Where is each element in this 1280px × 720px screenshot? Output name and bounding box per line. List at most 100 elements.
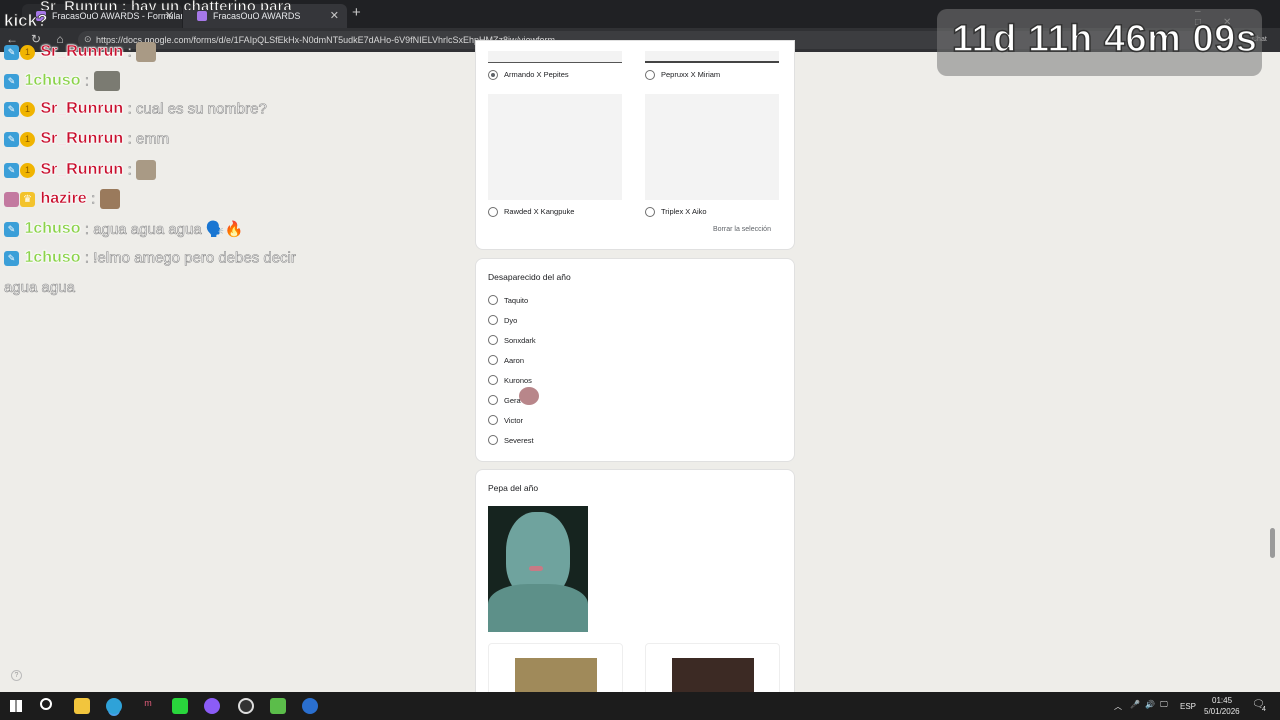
clear-selection-link[interactable]: Borrar la selección [713, 226, 771, 233]
tray-chevron-icon[interactable]: ︿ [1114, 701, 1122, 712]
radio-option[interactable] [488, 395, 498, 405]
chat-username[interactable]: Sr_Runrun [40, 43, 123, 60]
chat-line: ✎ 1chuso : !elmo amego pero debes decir [4, 249, 296, 273]
clock-date[interactable]: 5/01/2026 [1204, 707, 1240, 716]
radio-rawded-kangpuke[interactable] [488, 207, 498, 217]
chat-line: ✎ 1chuso : [4, 71, 120, 95]
question-title: Desaparecido del año [488, 272, 571, 282]
emote-image [136, 160, 157, 180]
coin-badge-icon: 1 [20, 162, 35, 178]
edge-icon[interactable] [106, 698, 122, 714]
network-icon[interactable]: 🖵 [1160, 700, 1168, 710]
chat-line: ✎ 1 Sr_Runrun : emm [4, 130, 170, 154]
radio-option[interactable] [488, 295, 498, 305]
question-card-pairs: Armando X Pepites Pepruxx X Miriam Rawde… [475, 40, 795, 250]
chat-message: : emm [127, 130, 170, 148]
chat-line: ✎ 1 Sr_Runrun : cual es su nombre? [4, 100, 267, 124]
question-title: Pepa del año [488, 483, 539, 493]
emote-image [136, 42, 157, 62]
option-label: Pepruxx X Miriam [661, 70, 721, 79]
taskbar: m ︿ 🎤 🔊 🖵 ESP 01:45 5/01/2026 🗨 4 [0, 692, 1280, 720]
close-icon[interactable]: ✕ [330, 9, 339, 22]
chat-username[interactable]: 1chuso [24, 249, 80, 266]
language-indicator[interactable]: ESP [1180, 702, 1196, 711]
radio-triplex-aiko[interactable] [645, 207, 655, 217]
ccleaner-icon[interactable] [302, 698, 318, 714]
chat-message: : [127, 161, 132, 179]
moderator-badge-icon: ✎ [4, 101, 19, 117]
question-card-pepa: Pepa del año [475, 469, 795, 709]
chat-message: : cual es su nombre? [127, 100, 267, 118]
help-icon[interactable]: ? [11, 670, 22, 681]
option-label: Sonxdark [504, 336, 536, 345]
option-label: Armando X Pepites [504, 70, 569, 79]
chat-username[interactable]: Sr_Runrun [40, 100, 123, 117]
page-scrollbar[interactable] [1270, 528, 1275, 558]
option-image-placeholder [645, 51, 779, 63]
option-label: Dyo [504, 316, 518, 325]
moderator-badge-icon: ✎ [4, 131, 19, 147]
tab-title: FracasOuO AWARDS - Formulario [52, 11, 182, 21]
new-tab-button[interactable]: + [352, 4, 361, 21]
coin-badge-icon: 1 [20, 44, 35, 60]
chat-username[interactable]: 1chuso [24, 72, 80, 89]
countdown-timer: 11d 11h 46m 09s [951, 17, 1258, 61]
emote-image [93, 71, 120, 91]
cursor-sticker-icon [519, 387, 539, 405]
radio-option[interactable] [488, 435, 498, 445]
option-image-placeholder [488, 51, 622, 63]
option-label: Victor [504, 416, 524, 425]
volume-icon[interactable]: 🔊 [1145, 700, 1155, 709]
chat-message-wrap: agua agua [4, 279, 76, 297]
app-icon[interactable]: m [140, 698, 156, 714]
option-label: Rawded X Kangpuke [504, 207, 575, 216]
radio-option[interactable] [488, 375, 498, 385]
start-icon[interactable] [10, 700, 22, 712]
radio-option[interactable] [488, 315, 498, 325]
kick-icon[interactable] [172, 698, 188, 714]
option-label: Aaron [504, 356, 525, 365]
chat-username[interactable]: hazire [40, 190, 87, 207]
moderator-badge-icon: ✎ [4, 73, 19, 89]
option-label: Kuronos [504, 376, 532, 385]
option-image-placeholder [645, 94, 779, 200]
file-explorer-icon[interactable] [74, 698, 90, 714]
option-label: Triplex X Aiko [661, 207, 707, 216]
chat-username[interactable]: Sr_Runrun [40, 161, 123, 178]
notification-count: 4 [1262, 706, 1266, 713]
obs-icon[interactable] [238, 698, 254, 714]
tab-title: FracasOuO AWARDS [213, 11, 301, 21]
coin-badge-icon: 1 [20, 131, 35, 147]
chat-message: : [84, 72, 90, 90]
search-icon[interactable] [40, 698, 52, 710]
microphone-icon[interactable]: 🎤 [1130, 700, 1140, 709]
minecraft-icon[interactable] [270, 698, 286, 714]
radio-option[interactable] [488, 335, 498, 345]
chrome-icon[interactable] [204, 698, 220, 714]
option-image-placeholder [488, 94, 622, 200]
moderator-badge-icon: ✎ [4, 44, 19, 60]
emote-image [99, 189, 120, 209]
clock-time[interactable]: 01:45 [1212, 696, 1232, 705]
chat-message: : agua agua agua 🗣️🔥 [84, 221, 244, 239]
overlay-title: kick? [4, 11, 48, 31]
option-label: Taquito [504, 296, 529, 305]
question-image [488, 506, 588, 632]
chat-line: ✎ 1 Sr_Runrun : [4, 42, 157, 66]
chat-line: ✎ 1 Sr_Runrun : [4, 160, 157, 184]
question-card-missing: Desaparecido del año Taquito Dyo Sonxdar… [475, 258, 795, 462]
chat-username[interactable]: 1chuso [24, 220, 80, 237]
chat-line: ✎ 1chuso : agua agua agua 🗣️🔥 [4, 220, 244, 244]
radio-armando-pepites[interactable] [488, 70, 498, 80]
chat-username[interactable]: Sr_Runrun [40, 130, 123, 147]
coin-badge-icon: 1 [20, 101, 35, 117]
chat-message: : [91, 190, 96, 208]
radio-option[interactable] [488, 415, 498, 425]
radio-option[interactable] [488, 355, 498, 365]
overlay-title-fragment: Sr_Runrun : hay un chatterino para [40, 0, 293, 10]
forms-icon [197, 11, 207, 21]
close-icon[interactable]: ✕ [165, 9, 174, 22]
moderator-badge-icon: ✎ [4, 162, 19, 178]
chat-message: : !elmo amego pero debes decir [84, 249, 297, 267]
radio-pepruxx-miriam[interactable] [645, 70, 655, 80]
